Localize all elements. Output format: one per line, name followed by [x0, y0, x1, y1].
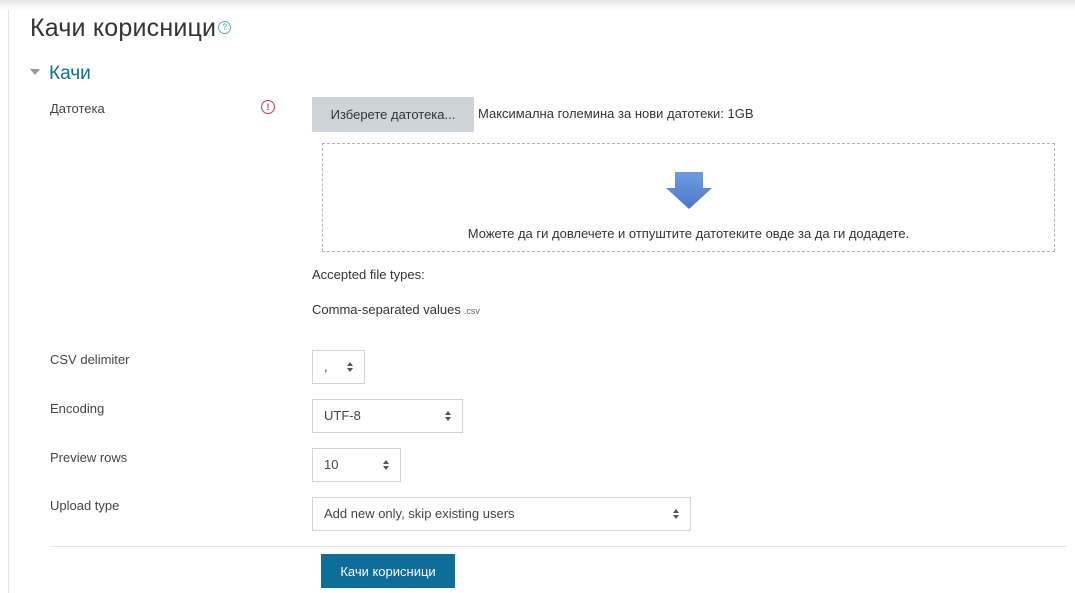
page-title-text: Качи корисници — [30, 14, 217, 42]
upload-type-label: Upload type — [50, 498, 120, 513]
max-file-size: Максимална големина за нови датотеки: 1G… — [478, 106, 754, 121]
preview-rows-value: 10 — [324, 457, 339, 472]
file-dropzone[interactable]: Можете да ги довлечете и отпуштите датот… — [322, 143, 1055, 252]
section-header-upload[interactable]: Качи — [30, 63, 91, 85]
chevron-down-icon — [30, 69, 40, 75]
preview-rows-select[interactable]: 10 — [312, 448, 401, 482]
accepted-type-name: Comma-separated values — [312, 302, 461, 317]
accepted-types-label: Accepted file types: — [312, 267, 425, 282]
top-shadow — [0, 0, 1075, 10]
question-circle-icon[interactable]: ? — [218, 21, 232, 34]
accepted-types-value: Comma-separated values .csv — [312, 302, 480, 317]
preview-rows-label: Preview rows — [50, 450, 128, 465]
file-label: Датотека — [50, 101, 105, 116]
sort-icon — [347, 362, 353, 372]
exclamation-circle-icon: ! — [261, 100, 275, 114]
dropzone-text: Можете да ги довлечете и отпуштите датот… — [467, 226, 910, 241]
sort-icon — [383, 460, 389, 470]
encoding-value: UTF-8 — [324, 408, 361, 423]
arrow-down-icon — [666, 172, 712, 209]
csv-delimiter-value: , — [324, 359, 328, 374]
accepted-type-extension: .csv — [463, 306, 480, 316]
upload-type-select[interactable]: Add new only, skip existing users — [312, 497, 691, 531]
csv-delimiter-select[interactable]: , — [312, 350, 365, 384]
choose-file-button[interactable]: Изберете датотека... — [312, 97, 474, 132]
page-title: Качи корисници? — [30, 14, 232, 43]
form-divider — [50, 546, 1067, 547]
encoding-label: Encoding — [50, 401, 105, 416]
encoding-select[interactable]: UTF-8 — [312, 399, 463, 433]
sort-icon — [673, 509, 679, 519]
left-border — [8, 10, 9, 593]
csv-delimiter-label: CSV delimiter — [50, 352, 130, 367]
upload-type-value: Add new only, skip existing users — [324, 506, 515, 521]
section-title: Качи — [49, 63, 91, 84]
upload-users-button[interactable]: Качи корисници — [321, 554, 455, 588]
sort-icon — [445, 411, 451, 421]
